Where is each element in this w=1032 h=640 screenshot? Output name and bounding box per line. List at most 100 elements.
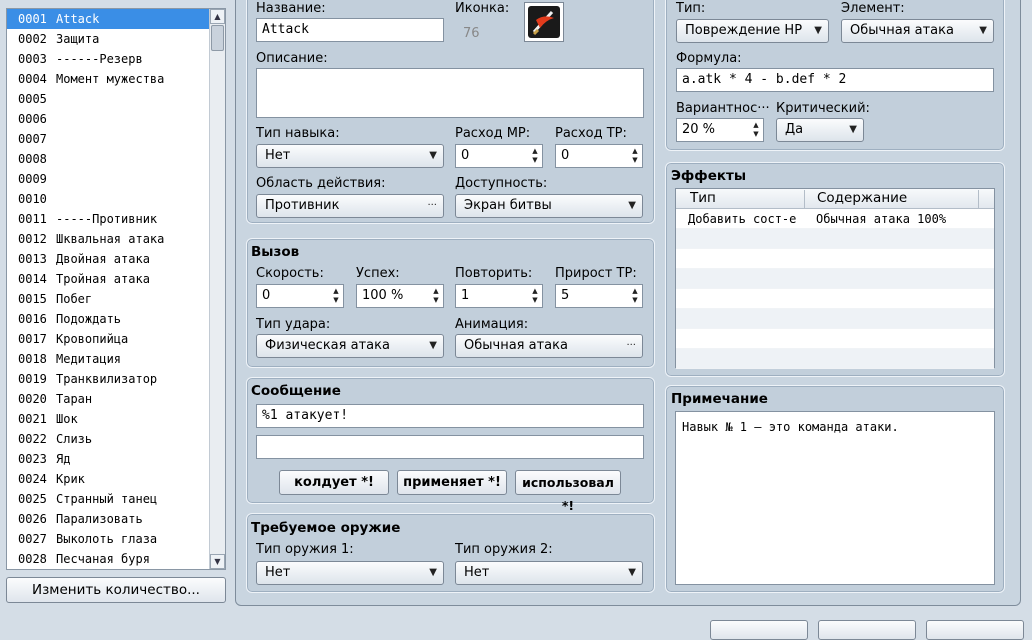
table-row[interactable]	[676, 249, 994, 269]
name-input[interactable]: Attack	[256, 18, 444, 42]
scroll-thumb[interactable]	[211, 25, 224, 51]
table-row[interactable]	[676, 329, 994, 349]
col-type[interactable]: Тип	[690, 190, 716, 206]
list-item[interactable]: 0015 Побег	[7, 289, 210, 309]
occasion-select[interactable]: Экран битвы ▼	[455, 194, 643, 218]
element-label: Элемент:	[841, 1, 905, 16]
message-line2-input[interactable]	[256, 435, 644, 459]
cancel-button[interactable]	[818, 620, 916, 640]
skill-list[interactable]: 0001 Attack 0002 Защита 0003 ------Резерв 0004…	[6, 8, 226, 570]
list-item[interactable]: 0009	[7, 169, 210, 189]
list-item-number: 0013	[18, 252, 47, 266]
tp-cost-stepper[interactable]: 0 ▲ ▼	[555, 144, 643, 168]
spin-arrows-icon[interactable]: ▲ ▼	[431, 287, 441, 305]
list-item[interactable]: 0021 Шок	[7, 409, 210, 429]
list-item-name: Момент мужества	[56, 72, 165, 86]
variance-label: Вариантнос···	[676, 101, 770, 116]
skill-list-scrollbar[interactable]: ▲ ▼	[209, 9, 225, 569]
uses-button[interactable]: применяет *!	[397, 470, 507, 495]
list-item[interactable]: 0008	[7, 149, 210, 169]
chevron-down-icon: ▼	[429, 567, 437, 578]
list-item[interactable]: 0016 Подождать	[7, 309, 210, 329]
ok-button[interactable]	[710, 620, 808, 640]
element-select[interactable]: Обычная атака ▼	[841, 19, 994, 43]
message-line1-input[interactable]: %1 атакует!	[256, 404, 644, 428]
spin-arrows-icon[interactable]: ▲ ▼	[331, 287, 341, 305]
tp-gain-label: Прирост TP:	[555, 266, 637, 281]
skill-type-select[interactable]: Нет ▼	[256, 144, 444, 168]
list-item[interactable]: 0022 Слизь	[7, 429, 210, 449]
list-item[interactable]: 0006	[7, 109, 210, 129]
scope-select[interactable]: Противник ···	[256, 194, 444, 218]
list-item[interactable]: 0007	[7, 129, 210, 149]
scroll-up-icon[interactable]: ▲	[210, 9, 225, 24]
tp-gain-stepper[interactable]: 5 ▲ ▼	[555, 284, 643, 308]
list-item-name: Таран	[56, 392, 93, 406]
list-item[interactable]: 0027 Выколоть глаза	[7, 529, 210, 549]
list-item[interactable]: 0020 Таран	[7, 389, 210, 409]
list-item-name: Attack	[56, 12, 100, 26]
scroll-down-icon[interactable]: ▼	[210, 554, 225, 569]
damage-type-label: Тип:	[676, 1, 706, 16]
list-item[interactable]: 0024 Крик	[7, 469, 210, 489]
note-input[interactable]: Навык № 1 – это команда атаки.	[675, 411, 995, 585]
list-item[interactable]: 0013 Двойная атака	[7, 249, 210, 269]
repeat-label: Повторить:	[455, 266, 533, 281]
spin-arrows-icon[interactable]: ▲ ▼	[751, 121, 761, 139]
effects-table-header: Тип Содержание	[676, 189, 994, 209]
success-stepper[interactable]: 100 % ▲ ▼	[356, 284, 444, 308]
table-row[interactable]	[676, 309, 994, 329]
list-item[interactable]: 0017 Кровопийца	[7, 329, 210, 349]
table-row[interactable]	[676, 229, 994, 249]
table-row[interactable]: Добавить сост-е Обычная атака 100%	[676, 209, 994, 229]
critical-select[interactable]: Да ▼	[776, 118, 864, 142]
description-input[interactable]	[256, 68, 644, 118]
list-item[interactable]: 0014 Тройная атака	[7, 269, 210, 289]
hit-type-label: Тип удара:	[256, 317, 331, 332]
weapon-type1-select[interactable]: Нет ▼	[256, 561, 444, 585]
mp-cost-stepper[interactable]: 0 ▲ ▼	[455, 144, 543, 168]
effects-table[interactable]: Тип Содержание Добавить сост-е Обычная ат…	[675, 188, 995, 369]
list-item[interactable]: 0004 Момент мужества	[7, 69, 210, 89]
list-item-number: 0014	[18, 272, 47, 286]
casts-button[interactable]: колдует *!	[279, 470, 389, 495]
hit-type-select[interactable]: Физическая атака ▼	[256, 334, 444, 358]
table-row[interactable]	[676, 289, 994, 309]
repeat-stepper[interactable]: 1 ▲ ▼	[455, 284, 543, 308]
list-item[interactable]: 0025 Странный танец	[7, 489, 210, 509]
variance-stepper[interactable]: 20 % ▲ ▼	[676, 118, 764, 142]
apply-button[interactable]	[926, 620, 1024, 640]
list-item[interactable]: 0002 Защита	[7, 29, 210, 49]
list-item[interactable]: 0023 Яд	[7, 449, 210, 469]
spin-arrows-icon[interactable]: ▲ ▼	[530, 147, 540, 165]
used-button[interactable]: использовал *!	[515, 470, 621, 513]
list-item-name: ------Резерв	[56, 52, 143, 66]
list-item-number: 0011	[18, 212, 47, 226]
change-count-button[interactable]: Изменить количество...	[6, 577, 226, 603]
list-item[interactable]: 0019 Транквилизатор	[7, 369, 210, 389]
spin-arrows-icon[interactable]: ▲ ▼	[530, 287, 540, 305]
col-content[interactable]: Содержание	[804, 190, 907, 209]
formula-input[interactable]: a.atk * 4 - b.def * 2	[676, 68, 994, 92]
list-item[interactable]: 0018 Медитация	[7, 349, 210, 369]
animation-select[interactable]: Обычная атака ···	[455, 334, 643, 358]
spin-arrows-icon[interactable]: ▲ ▼	[630, 287, 640, 305]
weapon-type2-select[interactable]: Нет ▼	[455, 561, 643, 585]
table-row[interactable]	[676, 269, 994, 289]
icon-picker[interactable]	[524, 2, 564, 42]
list-item[interactable]: 0010	[7, 189, 210, 209]
spin-arrows-icon[interactable]: ▲ ▼	[630, 147, 640, 165]
damage-type-select[interactable]: Повреждение HP ▼	[676, 19, 829, 43]
speed-stepper[interactable]: 0 ▲ ▼	[256, 284, 344, 308]
list-item[interactable]: 0005	[7, 89, 210, 109]
list-item[interactable]: 0028 Песчаная буря	[7, 549, 210, 569]
list-item-number: 0012	[18, 232, 47, 246]
list-item[interactable]: 0026 Парализовать	[7, 509, 210, 529]
description-label: Описание:	[256, 51, 328, 66]
list-item[interactable]: 0003 ------Резерв	[7, 49, 210, 69]
list-item[interactable]: 0001 Attack	[7, 9, 210, 29]
list-item-name: Парализовать	[56, 512, 143, 526]
list-item[interactable]: 0011 -----Противник	[7, 209, 210, 229]
table-row[interactable]	[676, 349, 994, 369]
list-item[interactable]: 0012 Шквальная атака	[7, 229, 210, 249]
